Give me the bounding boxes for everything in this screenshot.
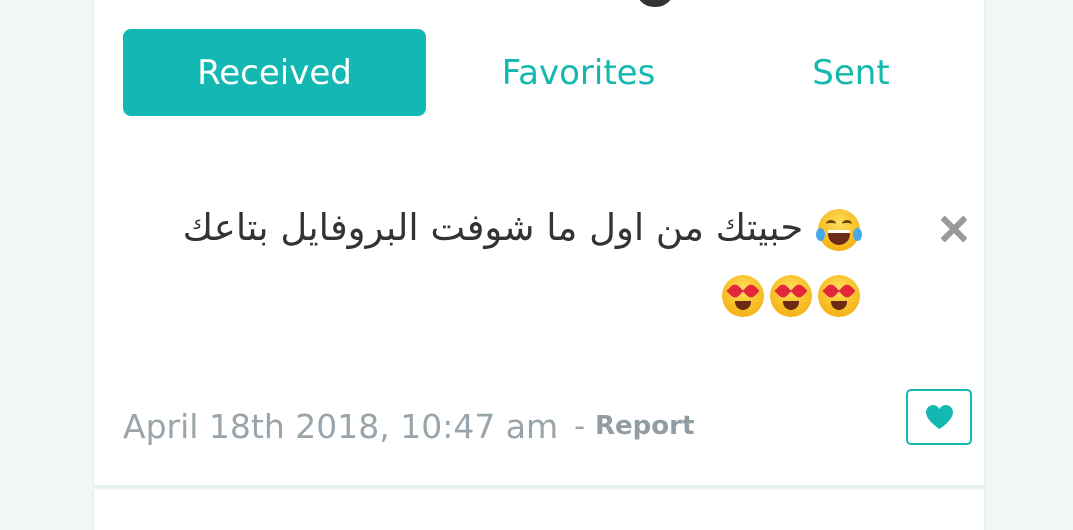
page-heading-fragment (636, 0, 676, 10)
heart-eyes-emoji-icon (818, 274, 860, 317)
heart-icon (925, 404, 953, 429)
meta-separator: - (574, 408, 585, 444)
message-meta: April 18th 2018, 10:47 am - Report (123, 404, 694, 448)
message-text: حبيتك من اول ما شوفت البروفايل بتاعك (182, 206, 804, 249)
face-with-tears-of-joy-icon (816, 208, 862, 251)
tab-received[interactable]: Received (123, 29, 426, 116)
tab-sent[interactable]: Sent (783, 29, 919, 116)
tab-favorites[interactable]: Favorites (459, 29, 698, 116)
heart-eyes-emoji-icon (722, 274, 764, 317)
favorite-button[interactable] (906, 389, 972, 445)
heading-glyph (636, 0, 674, 7)
message-body: حبيتك من اول ما شوفت البروفايل بتاعك (123, 195, 863, 327)
message-timestamp: April 18th 2018, 10:47 am (123, 406, 559, 446)
message-tabs: Received Favorites Sent (123, 29, 941, 116)
heart-eyes-emoji-icon (770, 274, 812, 317)
close-icon[interactable] (939, 214, 969, 244)
next-message-card (92, 490, 986, 530)
report-link[interactable]: Report (595, 411, 694, 441)
